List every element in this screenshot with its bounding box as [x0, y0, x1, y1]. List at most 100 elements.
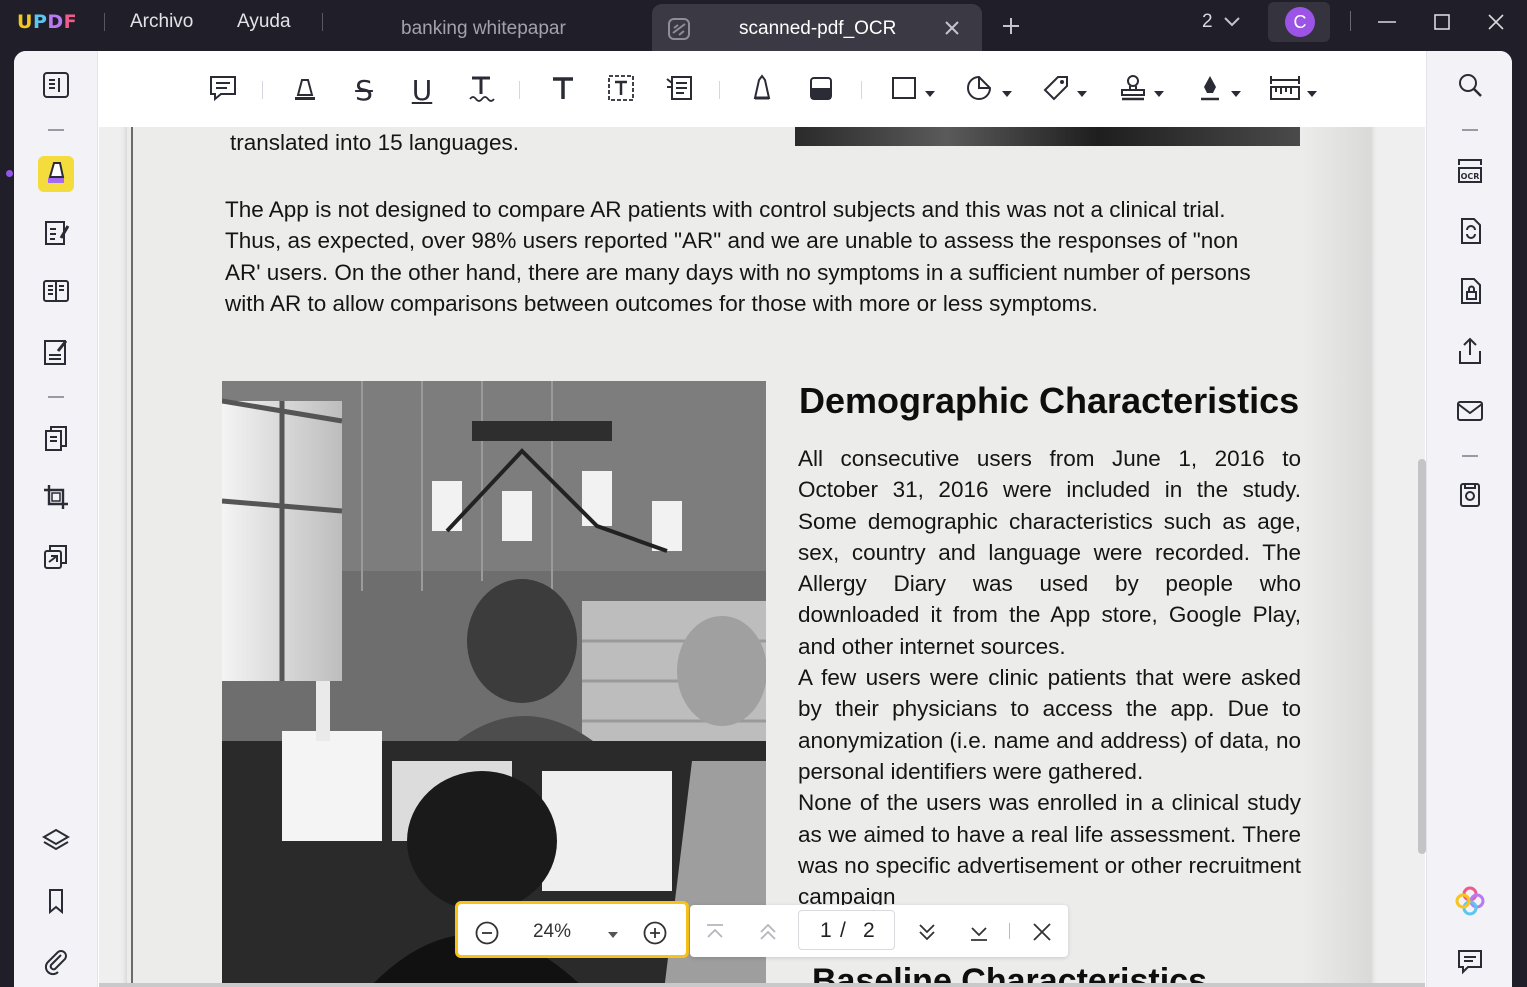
zoom-dropdown-icon[interactable]	[607, 927, 619, 945]
reader-icon	[41, 70, 71, 105]
toolbar-separator	[262, 81, 263, 99]
current-page: 1	[820, 919, 832, 942]
squiggly-icon	[466, 73, 496, 108]
menu-ayuda[interactable]: Ayuda	[237, 11, 291, 33]
comments-panel-button[interactable]	[1452, 945, 1488, 981]
page-photo	[222, 381, 766, 987]
email-button[interactable]	[1452, 395, 1488, 431]
mail-icon	[1455, 396, 1485, 431]
vertical-scrollbar[interactable]	[1418, 459, 1426, 854]
chevron-down-icon[interactable]	[1002, 85, 1012, 103]
previous-page-icon[interactable]	[756, 920, 780, 949]
rectangle-tool[interactable]	[887, 73, 921, 107]
search-icon	[1455, 70, 1485, 105]
highlighter-icon	[41, 157, 71, 192]
text-callout-tool[interactable]	[662, 73, 696, 107]
crop-button[interactable]	[38, 481, 74, 517]
zoom-level[interactable]: 24%	[530, 921, 574, 943]
page-number-input[interactable]	[798, 910, 895, 950]
strikethrough-tool[interactable]: S	[347, 73, 381, 107]
close-tab-icon[interactable]	[940, 16, 964, 45]
avatar: C	[1285, 7, 1315, 37]
save-button[interactable]	[1452, 479, 1488, 515]
highlight-tool[interactable]	[288, 73, 322, 107]
page-image-top	[795, 127, 1300, 146]
signature-tool[interactable]	[1193, 73, 1227, 107]
comment-mode-button[interactable]	[38, 156, 74, 192]
underline-tool[interactable]: U	[405, 73, 439, 107]
right-sidebar: OCR	[1426, 51, 1512, 987]
tab-scanned-pdf-ocr[interactable]: scanned-pdf_OCR	[652, 4, 982, 52]
text-callout-icon	[664, 73, 694, 108]
squiggly-tool[interactable]	[464, 73, 498, 107]
layers-icon	[41, 826, 71, 861]
page-view-button[interactable]	[38, 275, 74, 311]
pencil-icon	[747, 73, 777, 108]
layers-button[interactable]	[38, 825, 74, 861]
next-page-icon[interactable]	[915, 920, 939, 949]
convert-icon	[1455, 216, 1485, 251]
tab-title: banking whitepapar	[401, 18, 566, 39]
pencil-tool[interactable]	[745, 73, 779, 107]
protect-button[interactable]	[1452, 275, 1488, 311]
paperclip-icon	[41, 946, 71, 981]
close-window-icon[interactable]	[1484, 10, 1508, 39]
sticker-tool[interactable]	[962, 73, 996, 107]
updf-logo[interactable]: UPDF	[17, 11, 77, 33]
crop-icon	[41, 482, 71, 517]
chevron-down-icon[interactable]	[1307, 85, 1317, 103]
close-icon[interactable]	[1029, 919, 1055, 950]
comment-tool[interactable]	[206, 73, 240, 107]
ai-assistant-button[interactable]	[1452, 885, 1488, 921]
chevron-down-icon[interactable]	[1077, 85, 1087, 103]
open-docs-count[interactable]: 2	[1202, 11, 1213, 33]
tag-tool[interactable]	[1039, 73, 1073, 107]
attachments-button[interactable]	[38, 945, 74, 981]
ai-assistant-icon	[1455, 886, 1485, 921]
zoom-out-icon[interactable]	[474, 920, 500, 951]
document-canvas[interactable]: translated into 15 languages. The App is…	[99, 127, 1425, 987]
batch-tools-button[interactable]	[38, 541, 74, 577]
toolbar-separator	[519, 81, 520, 99]
convert-button[interactable]	[1452, 215, 1488, 251]
chevron-down-icon[interactable]	[1231, 85, 1241, 103]
stamp-icon	[1118, 73, 1148, 108]
chevron-down-icon[interactable]	[925, 85, 935, 103]
eraser-tool[interactable]	[804, 73, 838, 107]
edit-pdf-button[interactable]	[38, 217, 74, 253]
minimize-icon[interactable]	[1375, 10, 1399, 39]
comments-icon	[1455, 946, 1485, 981]
share-button[interactable]	[1452, 335, 1488, 371]
paragraph: The App is not designed to compare AR pa…	[225, 194, 1315, 319]
zoom-in-icon[interactable]	[642, 920, 668, 951]
last-page-icon[interactable]	[967, 920, 991, 949]
share-icon	[1455, 336, 1485, 371]
first-page-icon[interactable]	[703, 920, 727, 949]
organize-pages-button[interactable]	[38, 423, 74, 459]
chevron-down-icon[interactable]	[1222, 14, 1242, 35]
page-edge	[131, 127, 133, 987]
textbox-tool[interactable]	[604, 73, 638, 107]
paragraph: All consecutive users from June 1, 2016 …	[798, 446, 1301, 659]
toolbar-separator	[861, 81, 862, 99]
title-separator	[104, 13, 105, 31]
fill-sign-button[interactable]	[38, 336, 74, 372]
measure-tool[interactable]	[1268, 73, 1302, 107]
two-column-icon	[41, 276, 71, 311]
text-tool[interactable]	[546, 73, 580, 107]
chevron-down-icon[interactable]	[1154, 85, 1164, 103]
maximize-icon[interactable]	[1430, 10, 1454, 39]
new-tab-icon[interactable]	[999, 14, 1023, 43]
account-button[interactable]: C	[1268, 2, 1330, 42]
tab-banking-whitepaper[interactable]: banking whitepapar	[340, 4, 640, 52]
text-line: AR' users. On the other hand, there are …	[225, 259, 1251, 285]
rectangle-icon	[889, 73, 919, 108]
ocr-button[interactable]: OCR	[1452, 155, 1488, 191]
text-line: translated into 15 languages.	[230, 130, 519, 155]
menu-archivo[interactable]: Archivo	[130, 11, 193, 33]
bookmarks-button[interactable]	[38, 885, 74, 921]
horizontal-scrollbar[interactable]	[99, 983, 1425, 987]
reader-mode-button[interactable]	[38, 69, 74, 105]
stamp-tool[interactable]	[1116, 73, 1150, 107]
search-button[interactable]	[1452, 69, 1488, 105]
